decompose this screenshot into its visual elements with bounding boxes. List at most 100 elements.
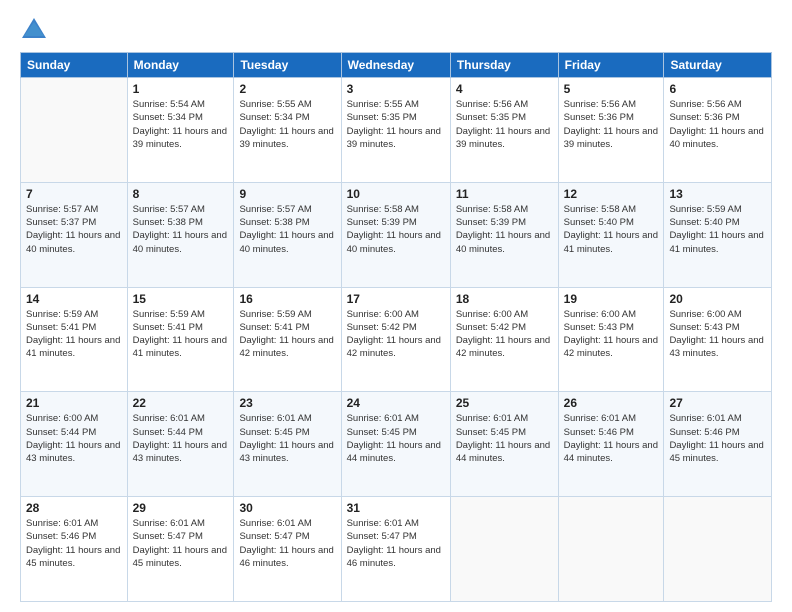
weekday-header: Saturday xyxy=(664,53,772,78)
day-number: 2 xyxy=(239,82,335,96)
day-number: 1 xyxy=(133,82,229,96)
calendar-cell: 11 Sunrise: 5:58 AMSunset: 5:39 PMDayligh… xyxy=(450,182,558,287)
day-number: 15 xyxy=(133,292,229,306)
day-number: 22 xyxy=(133,396,229,410)
day-info: Sunrise: 6:00 AMSunset: 5:43 PMDaylight:… xyxy=(564,308,659,361)
day-info: Sunrise: 5:57 AMSunset: 5:38 PMDaylight:… xyxy=(133,203,229,256)
calendar-cell: 8 Sunrise: 5:57 AMSunset: 5:38 PMDaylight… xyxy=(127,182,234,287)
calendar-cell: 15 Sunrise: 5:59 AMSunset: 5:41 PMDayligh… xyxy=(127,287,234,392)
weekday-header: Sunday xyxy=(21,53,128,78)
day-info: Sunrise: 6:01 AMSunset: 5:47 PMDaylight:… xyxy=(347,517,445,570)
calendar-cell: 16 Sunrise: 5:59 AMSunset: 5:41 PMDayligh… xyxy=(234,287,341,392)
day-info: Sunrise: 6:01 AMSunset: 5:46 PMDaylight:… xyxy=(669,412,766,465)
day-number: 21 xyxy=(26,396,122,410)
day-info: Sunrise: 6:00 AMSunset: 5:43 PMDaylight:… xyxy=(669,308,766,361)
day-number: 29 xyxy=(133,501,229,515)
day-info: Sunrise: 5:58 AMSunset: 5:39 PMDaylight:… xyxy=(456,203,553,256)
calendar-cell: 27 Sunrise: 6:01 AMSunset: 5:46 PMDayligh… xyxy=(664,392,772,497)
day-info: Sunrise: 6:01 AMSunset: 5:45 PMDaylight:… xyxy=(456,412,553,465)
day-number: 5 xyxy=(564,82,659,96)
day-info: Sunrise: 6:01 AMSunset: 5:46 PMDaylight:… xyxy=(26,517,122,570)
day-number: 10 xyxy=(347,187,445,201)
weekday-header: Tuesday xyxy=(234,53,341,78)
day-info: Sunrise: 5:55 AMSunset: 5:35 PMDaylight:… xyxy=(347,98,445,151)
day-info: Sunrise: 5:59 AMSunset: 5:41 PMDaylight:… xyxy=(26,308,122,361)
calendar-week-row: 21 Sunrise: 6:00 AMSunset: 5:44 PMDayligh… xyxy=(21,392,772,497)
calendar-cell: 28 Sunrise: 6:01 AMSunset: 5:46 PMDayligh… xyxy=(21,497,128,602)
logo xyxy=(20,16,52,44)
day-number: 9 xyxy=(239,187,335,201)
day-number: 12 xyxy=(564,187,659,201)
day-info: Sunrise: 6:00 AMSunset: 5:42 PMDaylight:… xyxy=(456,308,553,361)
calendar-cell: 19 Sunrise: 6:00 AMSunset: 5:43 PMDayligh… xyxy=(558,287,664,392)
day-info: Sunrise: 6:01 AMSunset: 5:45 PMDaylight:… xyxy=(239,412,335,465)
calendar-cell xyxy=(664,497,772,602)
day-info: Sunrise: 6:00 AMSunset: 5:42 PMDaylight:… xyxy=(347,308,445,361)
day-info: Sunrise: 5:56 AMSunset: 5:36 PMDaylight:… xyxy=(564,98,659,151)
day-info: Sunrise: 6:00 AMSunset: 5:44 PMDaylight:… xyxy=(26,412,122,465)
day-number: 3 xyxy=(347,82,445,96)
calendar: SundayMondayTuesdayWednesdayThursdayFrid… xyxy=(20,52,772,602)
calendar-week-row: 1 Sunrise: 5:54 AMSunset: 5:34 PMDaylight… xyxy=(21,78,772,183)
day-number: 26 xyxy=(564,396,659,410)
day-info: Sunrise: 5:56 AMSunset: 5:35 PMDaylight:… xyxy=(456,98,553,151)
weekday-header: Thursday xyxy=(450,53,558,78)
calendar-cell: 30Sunrise: 6:01 AMSunset: 5:47 PMDayligh… xyxy=(234,497,341,602)
calendar-cell: 6 Sunrise: 5:56 AMSunset: 5:36 PMDaylight… xyxy=(664,78,772,183)
day-number: 19 xyxy=(564,292,659,306)
calendar-week-row: 28 Sunrise: 6:01 AMSunset: 5:46 PMDayligh… xyxy=(21,497,772,602)
calendar-cell: 21 Sunrise: 6:00 AMSunset: 5:44 PMDayligh… xyxy=(21,392,128,497)
calendar-cell: 14 Sunrise: 5:59 AMSunset: 5:41 PMDayligh… xyxy=(21,287,128,392)
day-info: Sunrise: 6:01 AMSunset: 5:47 PMDaylight:… xyxy=(133,517,229,570)
day-number: 17 xyxy=(347,292,445,306)
weekday-header: Friday xyxy=(558,53,664,78)
header xyxy=(20,16,772,44)
page: SundayMondayTuesdayWednesdayThursdayFrid… xyxy=(0,0,792,612)
calendar-cell: 10Sunrise: 5:58 AMSunset: 5:39 PMDayligh… xyxy=(341,182,450,287)
day-info: Sunrise: 5:55 AMSunset: 5:34 PMDaylight:… xyxy=(239,98,335,151)
calendar-cell: 24Sunrise: 6:01 AMSunset: 5:45 PMDayligh… xyxy=(341,392,450,497)
calendar-cell: 17 Sunrise: 6:00 AMSunset: 5:42 PMDayligh… xyxy=(341,287,450,392)
calendar-header-row: SundayMondayTuesdayWednesdayThursdayFrid… xyxy=(21,53,772,78)
day-info: Sunrise: 5:59 AMSunset: 5:41 PMDaylight:… xyxy=(133,308,229,361)
day-number: 6 xyxy=(669,82,766,96)
calendar-cell: 13Sunrise: 5:59 AMSunset: 5:40 PMDayligh… xyxy=(664,182,772,287)
day-info: Sunrise: 5:59 AMSunset: 5:41 PMDaylight:… xyxy=(239,308,335,361)
calendar-cell: 3 Sunrise: 5:55 AMSunset: 5:35 PMDaylight… xyxy=(341,78,450,183)
calendar-cell: 31 Sunrise: 6:01 AMSunset: 5:47 PMDayligh… xyxy=(341,497,450,602)
day-number: 31 xyxy=(347,501,445,515)
weekday-header: Monday xyxy=(127,53,234,78)
day-info: Sunrise: 5:57 AMSunset: 5:38 PMDaylight:… xyxy=(239,203,335,256)
calendar-cell: 9 Sunrise: 5:57 AMSunset: 5:38 PMDaylight… xyxy=(234,182,341,287)
day-number: 4 xyxy=(456,82,553,96)
calendar-cell: 23Sunrise: 6:01 AMSunset: 5:45 PMDayligh… xyxy=(234,392,341,497)
calendar-cell: 5 Sunrise: 5:56 AMSunset: 5:36 PMDaylight… xyxy=(558,78,664,183)
day-number: 24 xyxy=(347,396,445,410)
weekday-header: Wednesday xyxy=(341,53,450,78)
calendar-cell: 29 Sunrise: 6:01 AMSunset: 5:47 PMDayligh… xyxy=(127,497,234,602)
day-info: Sunrise: 5:56 AMSunset: 5:36 PMDaylight:… xyxy=(669,98,766,151)
day-number: 14 xyxy=(26,292,122,306)
day-number: 25 xyxy=(456,396,553,410)
day-number: 7 xyxy=(26,187,122,201)
calendar-cell: 25 Sunrise: 6:01 AMSunset: 5:45 PMDayligh… xyxy=(450,392,558,497)
day-number: 30 xyxy=(239,501,335,515)
day-number: 11 xyxy=(456,187,553,201)
calendar-cell: 7 Sunrise: 5:57 AMSunset: 5:37 PMDaylight… xyxy=(21,182,128,287)
day-number: 28 xyxy=(26,501,122,515)
calendar-cell: 26Sunrise: 6:01 AMSunset: 5:46 PMDayligh… xyxy=(558,392,664,497)
day-info: Sunrise: 5:54 AMSunset: 5:34 PMDaylight:… xyxy=(133,98,229,151)
day-number: 20 xyxy=(669,292,766,306)
calendar-cell xyxy=(558,497,664,602)
day-info: Sunrise: 5:59 AMSunset: 5:40 PMDaylight:… xyxy=(669,203,766,256)
day-info: Sunrise: 5:57 AMSunset: 5:37 PMDaylight:… xyxy=(26,203,122,256)
calendar-week-row: 14 Sunrise: 5:59 AMSunset: 5:41 PMDayligh… xyxy=(21,287,772,392)
day-info: Sunrise: 6:01 AMSunset: 5:44 PMDaylight:… xyxy=(133,412,229,465)
day-number: 27 xyxy=(669,396,766,410)
calendar-cell: 4 Sunrise: 5:56 AMSunset: 5:35 PMDaylight… xyxy=(450,78,558,183)
day-number: 8 xyxy=(133,187,229,201)
day-number: 16 xyxy=(239,292,335,306)
day-info: Sunrise: 5:58 AMSunset: 5:40 PMDaylight:… xyxy=(564,203,659,256)
calendar-cell xyxy=(450,497,558,602)
calendar-cell: 18Sunrise: 6:00 AMSunset: 5:42 PMDayligh… xyxy=(450,287,558,392)
